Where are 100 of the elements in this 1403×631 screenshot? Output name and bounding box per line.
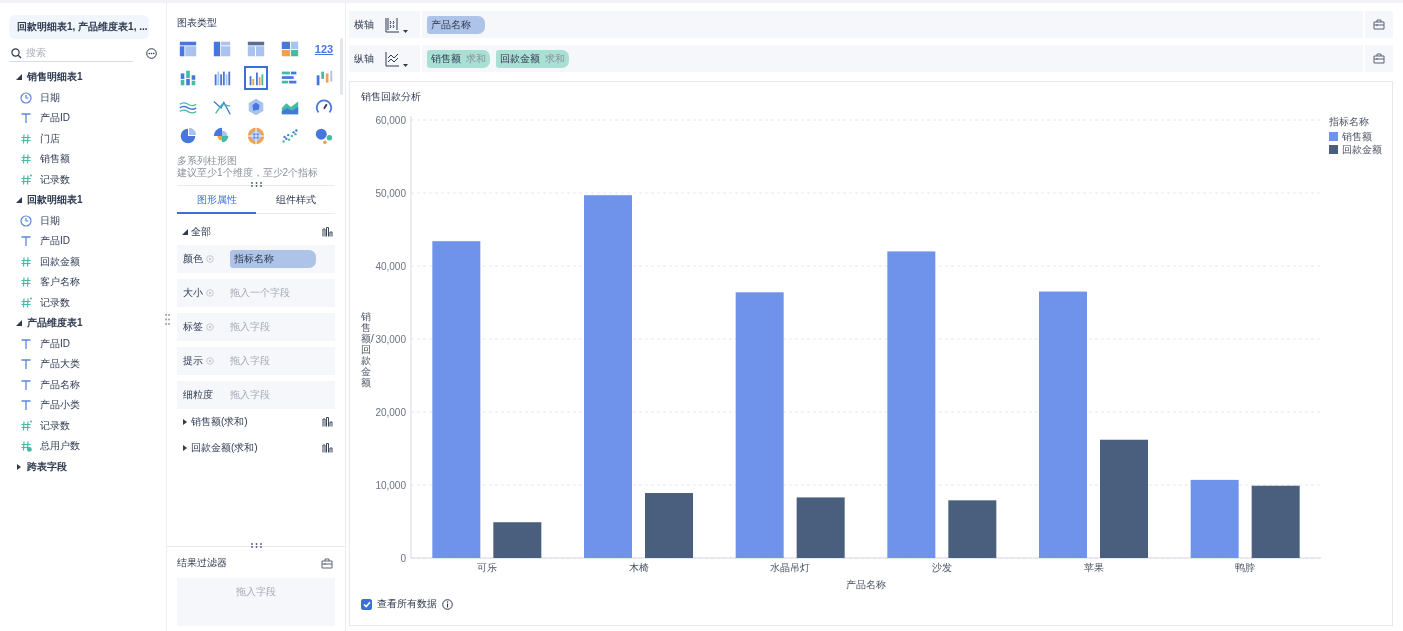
field-item[interactable]: 日期	[40, 90, 60, 105]
drop-placeholder: 拖入字段	[230, 320, 270, 334]
text-type-icon	[20, 358, 32, 371]
field-item[interactable]: 产品ID	[40, 336, 70, 351]
checkbox[interactable]	[361, 598, 372, 610]
property-drop-zone[interactable]: 细粒度 拖入字段	[177, 381, 335, 409]
checkbox-label[interactable]: 查看所有数据	[377, 597, 437, 611]
hash-icon	[20, 153, 32, 166]
tick-label: 0	[400, 552, 406, 564]
caret-down-icon[interactable]	[403, 29, 408, 33]
field-item[interactable]: 产品ID	[40, 234, 70, 249]
drag-handle-icon[interactable]	[250, 543, 262, 548]
axis-shelf[interactable]: 纵轴 销售额 求和 回款金额 求和	[349, 45, 1393, 72]
hash-icon	[20, 296, 32, 309]
hexagon-icon	[246, 96, 266, 118]
legend-title: 指标名称	[1329, 116, 1369, 127]
section-title: 结果过滤器	[177, 556, 227, 570]
caret-down-icon[interactable]	[16, 320, 22, 327]
caret-right-icon[interactable]	[182, 419, 188, 425]
tab[interactable]: 图形属性	[177, 187, 256, 214]
axis-label: 纵轴	[353, 51, 375, 66]
legend-label: 回款金额	[1342, 144, 1382, 155]
field-item[interactable]: 日期	[40, 213, 60, 228]
tick-label: 20,000	[375, 406, 406, 418]
clock-icon	[20, 214, 32, 227]
field-item[interactable]: 总用户数	[40, 439, 80, 454]
field-pill[interactable]: 回款金额 求和	[496, 49, 569, 68]
number-icon: 123	[314, 43, 334, 55]
bar-chart-icon[interactable]	[322, 227, 333, 237]
field-item[interactable]: 销售额	[40, 152, 70, 167]
briefcase-icon[interactable]	[1373, 19, 1385, 30]
briefcase-icon[interactable]	[321, 557, 333, 569]
axis-shelf[interactable]: 横轴 产品名称	[349, 11, 1393, 38]
chart-title: 销售回款分析	[361, 90, 422, 104]
field-pill[interactable]: 指标名称	[230, 250, 316, 268]
field-item[interactable]: 回款金额	[40, 254, 80, 269]
tick-label: 60,000	[375, 114, 406, 126]
bar	[796, 497, 845, 558]
table-group-label[interactable]: 产品维度表1	[27, 316, 83, 331]
axis-icon[interactable]	[384, 50, 400, 67]
hash-icon	[20, 255, 32, 268]
category-label: 苹果	[1083, 562, 1104, 573]
field-pill[interactable]: 产品名称	[427, 15, 485, 34]
axis-icon[interactable]	[384, 16, 400, 33]
drag-handle-icon[interactable]	[250, 182, 262, 187]
caret-down-icon[interactable]	[16, 74, 22, 81]
measure-label[interactable]: 销售额(求和)	[191, 415, 248, 429]
drop-placeholder: 拖入字段	[230, 388, 270, 402]
field-item[interactable]: 记录数	[40, 295, 70, 310]
briefcase-icon[interactable]	[1373, 53, 1385, 64]
text-type-icon	[20, 235, 32, 248]
bar-chart-icon[interactable]	[322, 443, 333, 453]
caret-down-icon[interactable]	[182, 229, 188, 235]
more-icon[interactable]	[146, 47, 157, 59]
tick-label: 40,000	[375, 260, 406, 272]
field-item[interactable]: 产品名称	[40, 377, 80, 392]
field-item[interactable]: 客户名称	[40, 275, 80, 290]
chart-type-option[interactable]: 123	[312, 37, 336, 61]
table-group-label[interactable]: 跨表字段	[27, 459, 67, 474]
axis-title: 产品名称	[846, 579, 886, 590]
section-label[interactable]: 全部	[191, 225, 211, 239]
field-pill[interactable]: 销售额 求和	[427, 49, 490, 68]
caret-down-icon[interactable]	[16, 197, 22, 204]
field-item[interactable]: 产品大类	[40, 357, 80, 372]
search-icon	[11, 48, 22, 59]
drop-placeholder: 拖入字段	[230, 354, 270, 368]
caret-down-icon[interactable]	[403, 63, 408, 67]
hash-icon	[20, 440, 32, 453]
section-title: 图表类型	[176, 16, 218, 30]
table-group-label[interactable]: 销售明细表1	[27, 70, 83, 85]
property-drop-zone[interactable]: 提示 拖入字段	[177, 347, 335, 375]
bar-chart-icon[interactable]	[322, 417, 333, 427]
text-type-icon	[20, 112, 32, 125]
measure-label[interactable]: 回款金额(求和)	[191, 441, 258, 455]
hash-icon	[20, 173, 32, 186]
bar	[948, 500, 997, 558]
category-label: 沙发	[931, 562, 952, 573]
property-label: 细粒度	[183, 388, 213, 402]
legend-label: 销售额	[1342, 131, 1372, 142]
tab[interactable]: 组件样式	[256, 187, 335, 214]
field-item[interactable]: 记录数	[40, 418, 70, 433]
data-source-dropdown[interactable]: 回款明细表1, 产品维度表1, ...	[9, 15, 149, 39]
tick-label: 30,000	[375, 333, 406, 345]
field-item[interactable]: 记录数	[40, 172, 70, 187]
search-field[interactable]: 搜索	[9, 44, 133, 62]
info-icon[interactable]	[442, 598, 453, 610]
property-drop-zone[interactable]: 颜色 指标名称	[177, 245, 335, 273]
field-item[interactable]: 产品ID	[40, 111, 70, 126]
hash-icon	[20, 132, 32, 145]
property-label: 提示	[183, 354, 203, 368]
caret-right-icon[interactable]	[16, 463, 22, 470]
field-item[interactable]: 门店	[40, 131, 60, 146]
table-group-label[interactable]: 回款明细表1	[27, 193, 83, 208]
property-drop-zone[interactable]: 标签 拖入字段	[177, 313, 335, 341]
chart-type-option[interactable]	[244, 66, 268, 90]
field-item[interactable]: 产品小类	[40, 398, 80, 413]
text-type-icon	[20, 378, 32, 391]
category-label: 木椅	[628, 562, 649, 573]
caret-right-icon[interactable]	[182, 445, 188, 451]
drag-handle-icon[interactable]	[165, 314, 170, 325]
